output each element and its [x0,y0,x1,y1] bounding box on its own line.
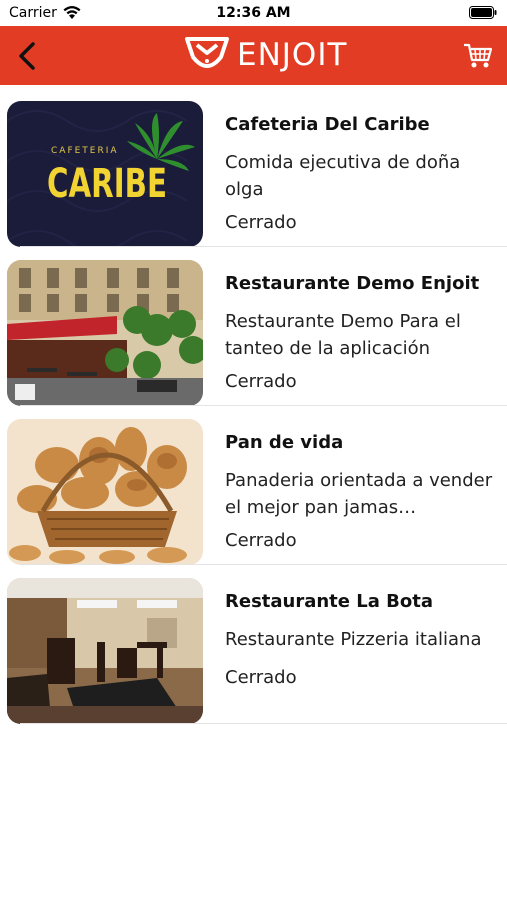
restaurant-thumbnail-caribe: CAFETERIA CARIBE [7,101,203,247]
cart-icon[interactable] [463,42,493,70]
status-time: 12:36 AM [216,5,291,21]
restaurant-item[interactable]: Pan de vida Panaderia orientada a vender… [0,403,507,565]
nav-bar: ENJOIT [0,26,507,85]
caribe-logo-small-text: CAFETERIA [51,146,119,156]
restaurant-description: Comida ejecutiva de doña olga [225,152,461,200]
battery-icon [469,6,497,19]
restaurant-description: Panaderia orientada a vender el mejor pa… [225,470,493,518]
restaurant-description: Restaurante Demo Para el tanteo de la ap… [225,311,461,359]
restaurant-thumbnail-pan-de-vida [7,419,203,565]
restaurant-name: Pan de vida [225,432,344,453]
restaurant-list: CAFETERIA CARIBE Cafeteria Del Caribe Co… [0,85,507,724]
brand-name: ENJOIT [237,37,348,73]
restaurant-description: Restaurante Pizzeria italiana [225,629,482,650]
status-bar: Carrier 12:36 AM [0,0,507,26]
brand-emblem-icon [185,37,229,68]
restaurant-status: Cerrado [225,371,297,392]
restaurant-status: Cerrado [225,667,297,688]
brand-logo: ENJOIT [183,34,347,76]
restaurant-thumbnail-demo [7,260,203,406]
restaurant-item[interactable]: CAFETERIA CARIBE Cafeteria Del Caribe Co… [0,85,507,247]
restaurant-thumbnail-la-bota [7,578,203,724]
restaurant-status: Cerrado [225,530,297,551]
chevron-left-icon[interactable] [14,40,42,72]
restaurant-name: Cafeteria Del Caribe [225,114,430,135]
restaurant-name: Restaurante La Bota [225,591,433,612]
restaurant-item[interactable]: Restaurante Demo Enjoit Restaurante Demo… [0,244,507,406]
divider [20,723,507,724]
caribe-logo-big-text: CARIBE [47,161,167,207]
restaurant-name: Restaurante Demo Enjoit [225,273,480,294]
restaurant-status: Cerrado [225,212,297,233]
restaurant-item[interactable]: Restaurante La Bota Restaurante Pizzeria… [0,562,507,724]
